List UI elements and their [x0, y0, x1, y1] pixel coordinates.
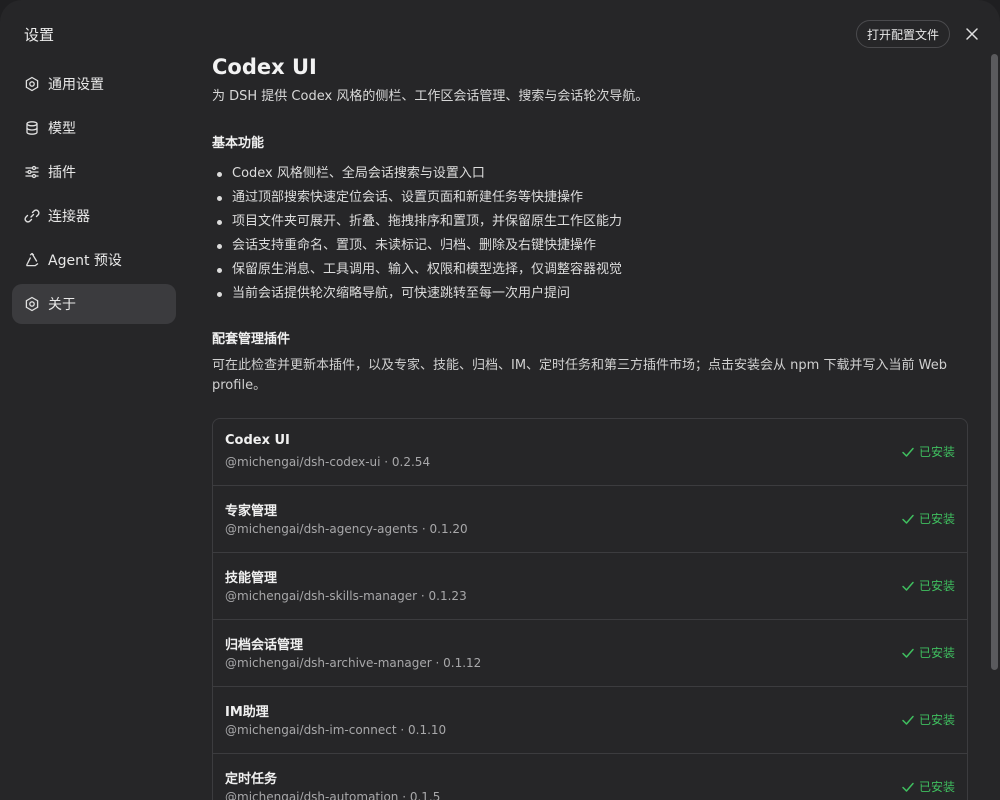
- plugin-package: @michengai/dsh-automation · 0.1.5: [225, 790, 441, 800]
- scrollbar[interactable]: [990, 52, 998, 800]
- status-badge: 已安装: [901, 711, 955, 728]
- settings-window: 设置 通用设置 模型 插件 连接器 Agent 预设 关于 打开配置文件 Cod…: [0, 0, 1000, 800]
- status-badge: 已安装: [901, 510, 955, 527]
- plugin-list: Codex UI @michengai/dsh-codex-ui · 0.2.5…: [212, 418, 968, 800]
- status-label: 已安装: [918, 445, 955, 459]
- scrollbar-thumb[interactable]: [991, 54, 998, 670]
- list-item: Codex 风格侧栏、全局会话搜索与设置入口: [212, 162, 952, 186]
- status-label: 已安装: [918, 646, 955, 660]
- status-badge: 已安装: [901, 443, 955, 460]
- gear-icon: [24, 296, 40, 312]
- list-item: 项目文件夹可展开、折叠、拖拽排序和置顶，并保留原生工作区能力: [212, 210, 952, 234]
- plugin-package: @michengai/dsh-skills-manager · 0.1.23: [225, 589, 467, 603]
- check-icon: [902, 648, 914, 658]
- sidebar-item-label: 模型: [48, 121, 76, 137]
- plugins-section-title: 配套管理插件: [212, 332, 291, 347]
- status-badge: 已安装: [901, 577, 955, 594]
- link-icon: [24, 208, 40, 224]
- sidebar-item-agent-presets[interactable]: Agent 预设: [12, 240, 176, 280]
- sidebar-item-label: Agent 预设: [48, 253, 122, 269]
- plugin-name: IM助理: [225, 705, 269, 720]
- status-label: 已安装: [918, 780, 955, 794]
- sidebar-item-models[interactable]: 模型: [12, 108, 176, 148]
- features-list: Codex 风格侧栏、全局会话搜索与设置入口 通过顶部搜索快速定位会话、设置页面…: [212, 162, 952, 306]
- sidebar-item-connectors[interactable]: 连接器: [12, 196, 176, 236]
- gear-icon: [24, 76, 40, 92]
- close-icon: [966, 28, 978, 40]
- status-label: 已安装: [918, 579, 955, 593]
- sidebar-item-label: 关于: [48, 297, 76, 313]
- status-badge: 已安装: [901, 778, 955, 795]
- page-description: 为 DSH 提供 Codex 风格的侧栏、工作区会话管理、搜索与会话轮次导航。: [212, 89, 649, 104]
- plugin-package: @michengai/dsh-agency-agents · 0.1.20: [225, 522, 468, 536]
- sidebar-item-label: 连接器: [48, 209, 90, 225]
- plugin-package: @michengai/dsh-im-connect · 0.1.10: [225, 723, 447, 737]
- sidebar-item-general[interactable]: 通用设置: [12, 64, 176, 104]
- plugin-name: 专家管理: [225, 504, 278, 519]
- recycle-icon: [24, 252, 40, 268]
- page-title: Codex UI: [212, 55, 317, 79]
- check-icon: [902, 514, 914, 524]
- sidebar-item-about[interactable]: 关于: [12, 284, 176, 324]
- sidebar-nav: 通用设置 模型 插件 连接器 Agent 预设 关于: [12, 64, 176, 328]
- list-item: 保留原生消息、工具调用、输入、权限和模型选择，仅调整容器视觉: [212, 258, 952, 282]
- sidebar-item-plugins[interactable]: 插件: [12, 152, 176, 192]
- check-icon: [902, 715, 914, 725]
- list-item: 当前会话提供轮次缩略导航，可快速跳转至每一次用户提问: [212, 282, 952, 306]
- plugin-package: @michengai/dsh-archive-manager · 0.1.12: [225, 656, 482, 670]
- sidebar-item-label: 插件: [48, 165, 76, 181]
- plugin-row: IM助理 @michengai/dsh-im-connect · 0.1.10 …: [213, 687, 967, 754]
- plugin-row: 专家管理 @michengai/dsh-agency-agents · 0.1.…: [213, 486, 967, 553]
- plugin-name: Codex UI: [225, 433, 290, 448]
- plugin-name: 归档会话管理: [225, 638, 304, 653]
- plugins-description: 可在此检查并更新本插件，以及专家、技能、归档、IM、定时任务和第三方插件市场；点…: [212, 358, 947, 393]
- sliders-icon: [24, 164, 40, 180]
- plugin-name: 技能管理: [225, 571, 278, 586]
- plugin-name: 定时任务: [225, 772, 278, 787]
- plugin-row: Codex UI @michengai/dsh-codex-ui · 0.2.5…: [213, 419, 967, 486]
- status-label: 已安装: [918, 713, 955, 727]
- plugin-row: 定时任务 @michengai/dsh-automation · 0.1.5 已…: [213, 754, 967, 800]
- about-content: Codex UI 为 DSH 提供 Codex 风格的侧栏、工作区会话管理、搜索…: [212, 52, 972, 800]
- plugin-row: 归档会话管理 @michengai/dsh-archive-manager · …: [213, 620, 967, 687]
- sidebar-title: 设置: [24, 26, 55, 44]
- plugin-package: @michengai/dsh-codex-ui · 0.2.54: [225, 455, 431, 469]
- list-item: 通过顶部搜索快速定位会话、设置页面和新建任务等快捷操作: [212, 186, 952, 210]
- check-icon: [902, 447, 914, 457]
- status-badge: 已安装: [901, 644, 955, 661]
- plugin-row: 技能管理 @michengai/dsh-skills-manager · 0.1…: [213, 553, 967, 620]
- list-item: 会话支持重命名、置顶、未读标记、归档、删除及右键快捷操作: [212, 234, 952, 258]
- sidebar-item-label: 通用设置: [48, 77, 104, 93]
- check-icon: [902, 782, 914, 792]
- status-label: 已安装: [918, 512, 955, 526]
- open-config-button[interactable]: 打开配置文件: [856, 20, 950, 48]
- sidebar: 设置 通用设置 模型 插件 连接器 Agent 预设 关于: [0, 0, 188, 800]
- database-icon: [24, 120, 40, 136]
- close-button[interactable]: [962, 24, 982, 44]
- features-section-title: 基本功能: [212, 136, 265, 151]
- check-icon: [902, 581, 914, 591]
